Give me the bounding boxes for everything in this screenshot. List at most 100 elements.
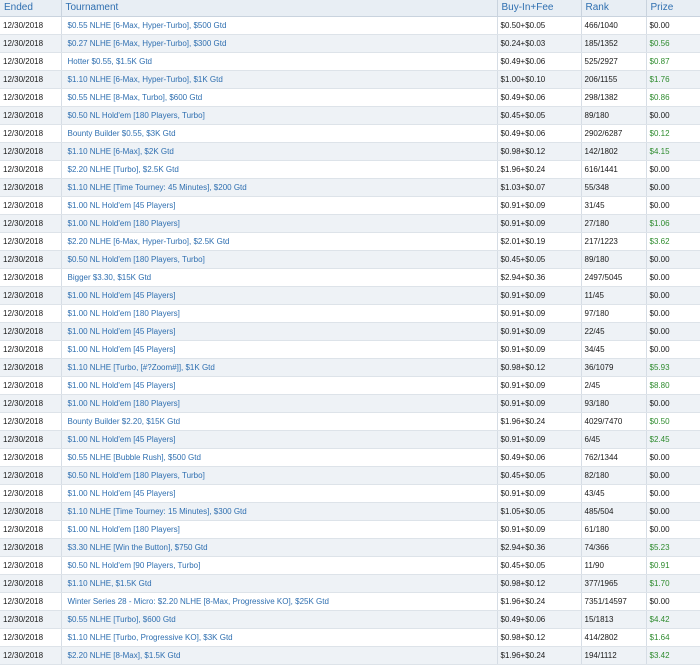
- table-row[interactable]: 12/30/2018 $1.00 NL Hold'em [180 Players]…: [0, 214, 700, 233]
- tournament-name-cell[interactable]: Bounty Builder $0.55, $3K Gtd: [61, 124, 498, 143]
- table-row[interactable]: 12/30/2018 $1.00 NL Hold'em [45 Players] $…: [0, 286, 700, 305]
- tournament-name-cell[interactable]: $1.00 NL Hold'em [180 Players]: [61, 304, 498, 323]
- table-row[interactable]: 12/30/2018 $0.55 NLHE [Turbo], $600 Gtd $0…: [0, 610, 700, 629]
- tournament-name-cell[interactable]: $0.55 NLHE [8-Max, Turbo], $600 Gtd: [61, 88, 498, 107]
- table-row[interactable]: 12/30/2018 $1.00 NL Hold'em [180 Players]…: [0, 520, 700, 539]
- prize-cell: $0.00: [646, 592, 700, 611]
- table-row[interactable]: 12/30/2018 $1.00 NL Hold'em [180 Players]…: [0, 394, 700, 413]
- rank-cell: 82/180: [581, 466, 647, 485]
- tournament-name-cell[interactable]: $2.20 NLHE [Turbo], $2.5K Gtd: [61, 160, 498, 179]
- table-row[interactable]: 12/30/2018 $0.27 NLHE [6-Max, Hyper-Turbo…: [0, 34, 700, 53]
- buyin-cell: $0.45+$0.05: [497, 466, 582, 485]
- ended-cell: 12/30/2018: [0, 592, 62, 611]
- rank-cell: 43/45: [581, 484, 647, 503]
- table-row[interactable]: 12/30/2018 $1.00 NL Hold'em [45 Players] $…: [0, 322, 700, 341]
- rank-cell: 97/180: [581, 304, 647, 323]
- rank-cell: 525/2927: [581, 52, 647, 71]
- tournament-name-cell[interactable]: $1.00 NL Hold'em [45 Players]: [61, 340, 498, 359]
- column-header-buyin[interactable]: Buy-In+Fee: [497, 0, 582, 17]
- buyin-cell: $1.96+$0.24: [497, 592, 582, 611]
- tournament-name-cell[interactable]: $1.10 NLHE [Time Tourney: 15 Minutes], $…: [61, 502, 498, 521]
- tournament-name-cell[interactable]: $0.55 NLHE [Turbo], $600 Gtd: [61, 610, 498, 629]
- table-row[interactable]: 12/30/2018 $1.00 NL Hold'em [45 Players] $…: [0, 376, 700, 395]
- table-row[interactable]: 12/30/2018 $0.55 NLHE [Bubble Rush], $500…: [0, 448, 700, 467]
- table-row[interactable]: 12/30/2018 $0.50 NL Hold'em [180 Players,…: [0, 250, 700, 269]
- table-row[interactable]: 12/30/2018 $1.10 NLHE [6-Max], $2K Gtd $0.…: [0, 142, 700, 161]
- table-row[interactable]: 12/30/2018 $2.20 NLHE [6-Max, Hyper-Turbo…: [0, 232, 700, 251]
- table-row[interactable]: 12/30/2018 $2.20 NLHE [8-Max], $1.5K Gtd $…: [0, 646, 700, 665]
- buyin-cell: $0.91+$0.09: [497, 322, 582, 341]
- table-row[interactable]: 12/30/2018 $1.10 NLHE [Time Tourney: 45 M…: [0, 178, 700, 197]
- table-row[interactable]: 12/30/2018 $1.00 NL Hold'em [45 Players] $…: [0, 196, 700, 215]
- prize-cell: $1.76: [646, 70, 700, 89]
- tournament-name-cell[interactable]: $1.10 NLHE [Time Tourney: 45 Minutes], $…: [61, 178, 498, 197]
- rank-cell: 616/1441: [581, 160, 647, 179]
- tournament-name-cell[interactable]: $1.00 NL Hold'em [45 Players]: [61, 484, 498, 503]
- table-row[interactable]: 12/30/2018 $1.00 NL Hold'em [45 Players] $…: [0, 430, 700, 449]
- table-row[interactable]: 12/30/2018 $0.50 NL Hold'em [180 Players,…: [0, 466, 700, 485]
- table-row[interactable]: 12/30/2018 $1.00 NL Hold'em [45 Players] $…: [0, 340, 700, 359]
- tournament-name-cell[interactable]: $3.30 NLHE [Win the Button], $750 Gtd: [61, 538, 498, 557]
- ended-cell: 12/30/2018: [0, 376, 62, 395]
- column-header-prize[interactable]: Prize: [646, 0, 700, 17]
- table-row[interactable]: 12/30/2018 $0.50 NL Hold'em [90 Players, …: [0, 556, 700, 575]
- ended-cell: 12/30/2018: [0, 538, 62, 557]
- tournament-name-cell[interactable]: Bounty Builder $2.20, $15K Gtd: [61, 412, 498, 431]
- tournament-name-cell[interactable]: $1.00 NL Hold'em [45 Players]: [61, 322, 498, 341]
- table-row[interactable]: 12/30/2018 Hotter $0.55, $1.5K Gtd $0.49+$…: [0, 52, 700, 71]
- tournament-name-cell[interactable]: $0.50 NL Hold'em [180 Players, Turbo]: [61, 106, 498, 125]
- table-row[interactable]: 12/30/2018 $3.30 NLHE [Win the Button], $…: [0, 538, 700, 557]
- buyin-cell: $0.98+$0.12: [497, 358, 582, 377]
- tournament-name-cell[interactable]: $2.20 NLHE [8-Max], $1.5K Gtd: [61, 646, 498, 665]
- ended-cell: 12/30/2018: [0, 16, 62, 35]
- tournament-name-cell[interactable]: $0.50 NL Hold'em [180 Players, Turbo]: [61, 466, 498, 485]
- table-row[interactable]: 12/30/2018 $1.00 NL Hold'em [180 Players]…: [0, 304, 700, 323]
- column-header-ended[interactable]: Ended: [0, 0, 62, 17]
- tournament-name-cell[interactable]: $1.00 NL Hold'em [45 Players]: [61, 430, 498, 449]
- tournament-name-cell[interactable]: $1.00 NL Hold'em [180 Players]: [61, 520, 498, 539]
- table-row[interactable]: 12/30/2018 Bounty Builder $2.20, $15K Gtd…: [0, 412, 700, 431]
- table-row[interactable]: 12/30/2018 $1.10 NLHE [Turbo, [#?Zoom#]],…: [0, 358, 700, 377]
- table-row[interactable]: 12/30/2018 $0.55 NLHE [8-Max, Turbo], $60…: [0, 88, 700, 107]
- tournament-name-cell[interactable]: $1.10 NLHE, $1.5K Gtd: [61, 574, 498, 593]
- prize-cell: $0.91: [646, 556, 700, 575]
- buyin-cell: $0.98+$0.12: [497, 574, 582, 593]
- tournament-name-cell[interactable]: $2.20 NLHE [6-Max, Hyper-Turbo], $2.5K G…: [61, 232, 498, 251]
- table-row[interactable]: 12/30/2018 $2.20 NLHE [Turbo], $2.5K Gtd $…: [0, 160, 700, 179]
- tournament-name-cell[interactable]: Hotter $0.55, $1.5K Gtd: [61, 52, 498, 71]
- buyin-cell: $0.91+$0.09: [497, 340, 582, 359]
- table-row[interactable]: 12/30/2018 Winter Series 28 - Micro: $2.2…: [0, 592, 700, 611]
- tournament-name-cell[interactable]: $1.10 NLHE [6-Max], $2K Gtd: [61, 142, 498, 161]
- table-row[interactable]: 12/30/2018 $0.50 NL Hold'em [180 Players,…: [0, 106, 700, 125]
- column-header-rank[interactable]: Rank: [581, 0, 647, 17]
- tournament-name-cell[interactable]: $1.00 NL Hold'em [180 Players]: [61, 394, 498, 413]
- column-header-tournament[interactable]: Tournament: [61, 0, 498, 17]
- rank-cell: 466/1040: [581, 16, 647, 35]
- tournament-name-cell[interactable]: $0.55 NLHE [Bubble Rush], $500 Gtd: [61, 448, 498, 467]
- tournament-name-cell[interactable]: $1.10 NLHE [6-Max, Hyper-Turbo], $1K Gtd: [61, 70, 498, 89]
- tournament-name-cell[interactable]: $1.10 NLHE [Turbo, [#?Zoom#]], $1K Gtd: [61, 358, 498, 377]
- tournament-name-cell[interactable]: $0.27 NLHE [6-Max, Hyper-Turbo], $300 Gt…: [61, 34, 498, 53]
- table-row[interactable]: 12/30/2018 $1.10 NLHE, $1.5K Gtd $0.98+$0.…: [0, 574, 700, 593]
- buyin-cell: $0.91+$0.09: [497, 376, 582, 395]
- table-row[interactable]: 12/30/2018 $1.10 NLHE [6-Max, Hyper-Turbo…: [0, 70, 700, 89]
- table-row[interactable]: 12/30/2018 Bigger $3.30, $15K Gtd $2.94+$0…: [0, 268, 700, 287]
- tournament-name-cell[interactable]: $1.00 NL Hold'em [45 Players]: [61, 376, 498, 395]
- table-row[interactable]: 12/30/2018 $0.55 NLHE [6-Max, Hyper-Turbo…: [0, 16, 700, 35]
- tournament-name-cell[interactable]: Winter Series 28 - Micro: $2.20 NLHE [8-…: [61, 592, 498, 611]
- rank-cell: 74/366: [581, 538, 647, 557]
- rank-cell: 4029/7470: [581, 412, 647, 431]
- table-row[interactable]: 12/30/2018 $1.00 NL Hold'em [45 Players] $…: [0, 484, 700, 503]
- table-row[interactable]: 12/30/2018 Bounty Builder $0.55, $3K Gtd $…: [0, 124, 700, 143]
- tournament-name-cell[interactable]: $1.00 NL Hold'em [180 Players]: [61, 214, 498, 233]
- tournament-name-cell[interactable]: $1.00 NL Hold'em [45 Players]: [61, 286, 498, 305]
- tournament-name-cell[interactable]: $0.50 NL Hold'em [180 Players, Turbo]: [61, 250, 498, 269]
- tournament-name-cell[interactable]: $1.00 NL Hold'em [45 Players]: [61, 196, 498, 215]
- tournament-name-cell[interactable]: Bigger $3.30, $15K Gtd: [61, 268, 498, 287]
- rank-cell: 15/1813: [581, 610, 647, 629]
- tournament-name-cell[interactable]: $0.50 NL Hold'em [90 Players, Turbo]: [61, 556, 498, 575]
- table-row[interactable]: 12/30/2018 $1.10 NLHE [Time Tourney: 15 M…: [0, 502, 700, 521]
- rank-cell: 2/45: [581, 376, 647, 395]
- tournament-name-cell[interactable]: $0.55 NLHE [6-Max, Hyper-Turbo], $500 Gt…: [61, 16, 498, 35]
- prize-cell: $4.42: [646, 610, 700, 629]
